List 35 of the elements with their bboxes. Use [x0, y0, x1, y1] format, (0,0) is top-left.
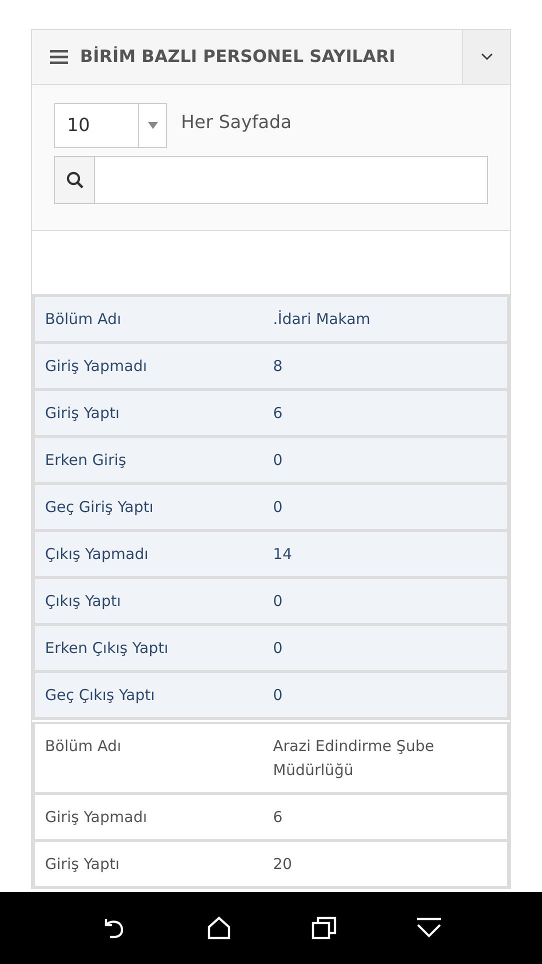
field-value: 0: [272, 450, 284, 471]
field-value: Arazi Edindirme Şube Müdürlüğü: [272, 736, 436, 781]
field-value: 0: [272, 591, 284, 612]
recent-apps-button[interactable]: [310, 916, 337, 940]
field-label: Giriş Yapmadı: [44, 807, 148, 828]
field-label: Geç Çıkış Yaptı: [44, 685, 156, 706]
panel-title: BİRİM BAZLI PERSONEL SAYILARI: [80, 47, 396, 67]
search-field[interactable]: [54, 156, 488, 204]
field-label: Giriş Yapmadı: [44, 356, 148, 377]
field-value: 6: [272, 807, 284, 828]
field-label: Bölüm Adı: [44, 736, 122, 757]
field-label: Geç Giriş Yaptı: [44, 497, 154, 518]
search-icon: [66, 171, 84, 189]
home-button[interactable]: [207, 916, 232, 940]
field-label: Erken Çıkış Yaptı: [44, 638, 170, 659]
field-value: 14: [272, 544, 294, 565]
field-label: Bölüm Adı: [44, 309, 122, 330]
field-value: 0: [272, 685, 284, 706]
field-value: 6: [272, 403, 284, 424]
field-label: Çıkış Yaptı: [44, 591, 122, 612]
field-label: Erken Giriş: [44, 450, 128, 471]
field-value: 20: [272, 854, 294, 875]
field-value: 8: [272, 356, 284, 377]
chevron-down-icon: [480, 53, 492, 61]
caret-icon: [148, 122, 158, 129]
field-value: 0: [272, 497, 284, 518]
page-size-label: Her Sayfada: [181, 111, 292, 133]
hide-keyboard-button[interactable]: [416, 917, 442, 939]
field-value: 0: [272, 638, 284, 659]
field-label: Çıkış Yapmadı: [44, 544, 150, 565]
field-label: Giriş Yaptı: [44, 403, 121, 424]
field-label: Giriş Yaptı: [44, 854, 121, 875]
page-size-select[interactable]: 10: [54, 103, 167, 148]
menu-icon: [50, 50, 68, 64]
field-value: .İdari Makam: [272, 309, 372, 330]
